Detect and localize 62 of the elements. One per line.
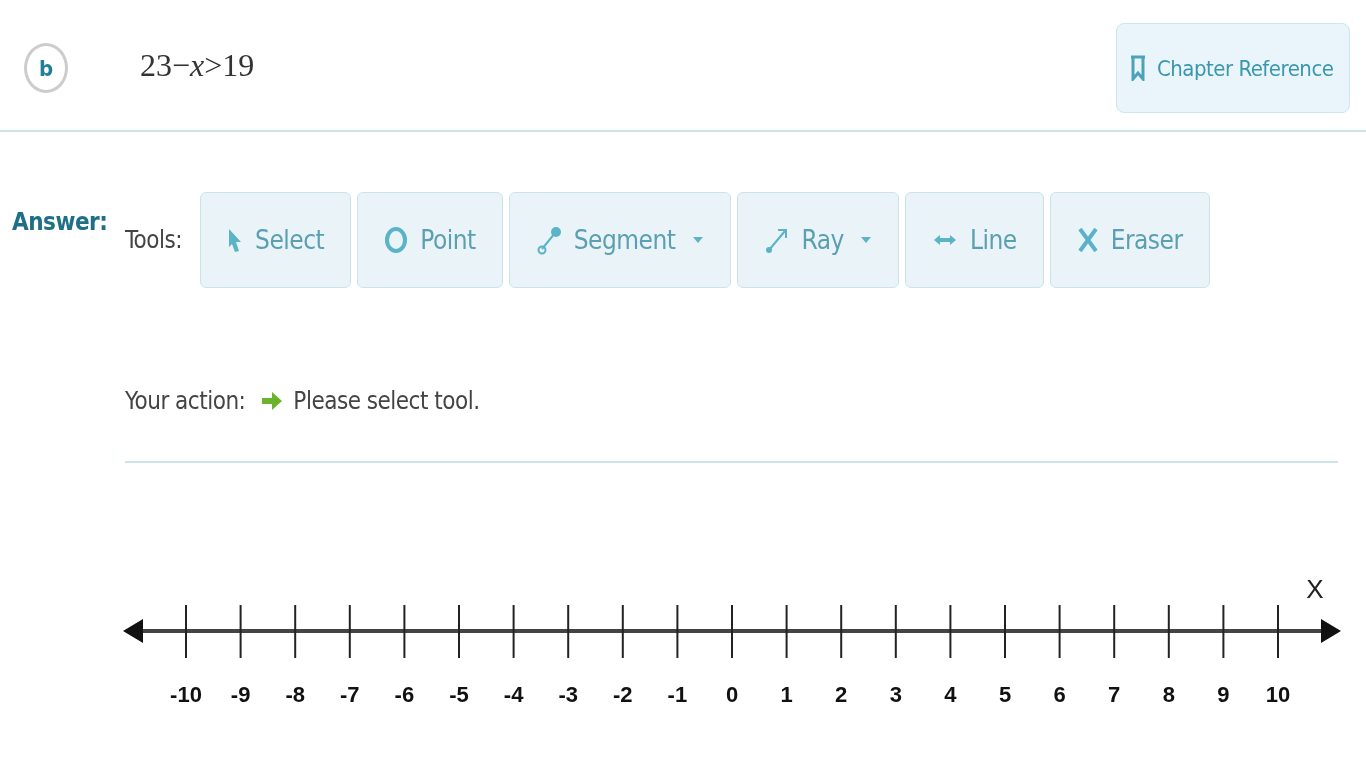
tick-label: -9 bbox=[230, 682, 251, 707]
bookmark-icon bbox=[1129, 55, 1147, 81]
tick-mark bbox=[1058, 604, 1061, 659]
question-letter-badge: b bbox=[24, 43, 68, 93]
tick-label: -5 bbox=[449, 682, 469, 707]
tick-mark bbox=[348, 604, 351, 659]
tick-mark bbox=[512, 604, 515, 659]
tick-label: 3 bbox=[889, 682, 902, 707]
answer-label: Answer: bbox=[11, 208, 109, 238]
tick-mark bbox=[1167, 604, 1170, 659]
tick-label: 1 bbox=[780, 682, 793, 707]
tick-label: -3 bbox=[558, 682, 578, 707]
tick-mark bbox=[403, 604, 406, 659]
tick-label: -6 bbox=[394, 682, 415, 707]
tick-label: -4 bbox=[503, 682, 524, 707]
action-label: Your action: bbox=[125, 387, 246, 415]
tick-label: 2 bbox=[835, 682, 848, 707]
x-icon bbox=[1076, 226, 1099, 254]
arrow-right-icon bbox=[261, 391, 284, 411]
tick-mark bbox=[785, 604, 788, 659]
tick-mark bbox=[1277, 604, 1279, 659]
tick-label: -8 bbox=[285, 682, 305, 707]
tick-mark bbox=[840, 604, 843, 659]
cursor-icon bbox=[227, 227, 244, 253]
tick-mark bbox=[676, 604, 679, 659]
tick-label: 4 bbox=[944, 682, 957, 707]
tick-label: -1 bbox=[667, 682, 688, 707]
tool-button[interactable]: Segment bbox=[508, 192, 731, 288]
tick-mark bbox=[1004, 604, 1006, 659]
tick-label: 9 bbox=[1217, 682, 1230, 707]
tick-mark bbox=[458, 604, 460, 659]
tool-button[interactable]: Line bbox=[904, 192, 1044, 288]
tick-mark bbox=[949, 604, 952, 659]
tool-button[interactable]: Eraser bbox=[1049, 192, 1210, 288]
tick-label: 7 bbox=[1108, 682, 1121, 707]
tick-label: -10 bbox=[170, 682, 202, 707]
tick-mark bbox=[894, 604, 897, 659]
circle-icon bbox=[384, 226, 409, 254]
tick-label: -7 bbox=[340, 682, 360, 707]
tick-mark bbox=[185, 604, 187, 659]
tick-label: 10 bbox=[1265, 682, 1291, 707]
tick-mark bbox=[1222, 604, 1225, 659]
segment-icon bbox=[535, 225, 562, 255]
tick-mark bbox=[731, 604, 733, 659]
tick-mark bbox=[294, 604, 297, 659]
tick-label: 0 bbox=[725, 682, 739, 707]
equation: 23−x>19 bbox=[140, 46, 255, 84]
axis-label: X bbox=[1306, 574, 1324, 604]
tool-button[interactable]: Point bbox=[357, 192, 503, 288]
tools-label: Tools: bbox=[125, 226, 183, 254]
tool-button[interactable]: Ray bbox=[736, 192, 899, 288]
tick-mark bbox=[621, 604, 624, 659]
tick-label: 8 bbox=[1162, 682, 1175, 707]
tick-label: 5 bbox=[998, 682, 1012, 707]
tick-mark bbox=[239, 604, 242, 659]
tick-label: 6 bbox=[1053, 682, 1066, 707]
tick-label: -2 bbox=[613, 682, 633, 707]
chapter-reference-button[interactable]: Chapter Reference bbox=[1116, 23, 1350, 113]
tool-button[interactable]: Select bbox=[200, 192, 352, 288]
tick-mark bbox=[567, 604, 570, 659]
tick-mark bbox=[1113, 604, 1116, 659]
action-message: Please select tool. bbox=[293, 387, 480, 415]
